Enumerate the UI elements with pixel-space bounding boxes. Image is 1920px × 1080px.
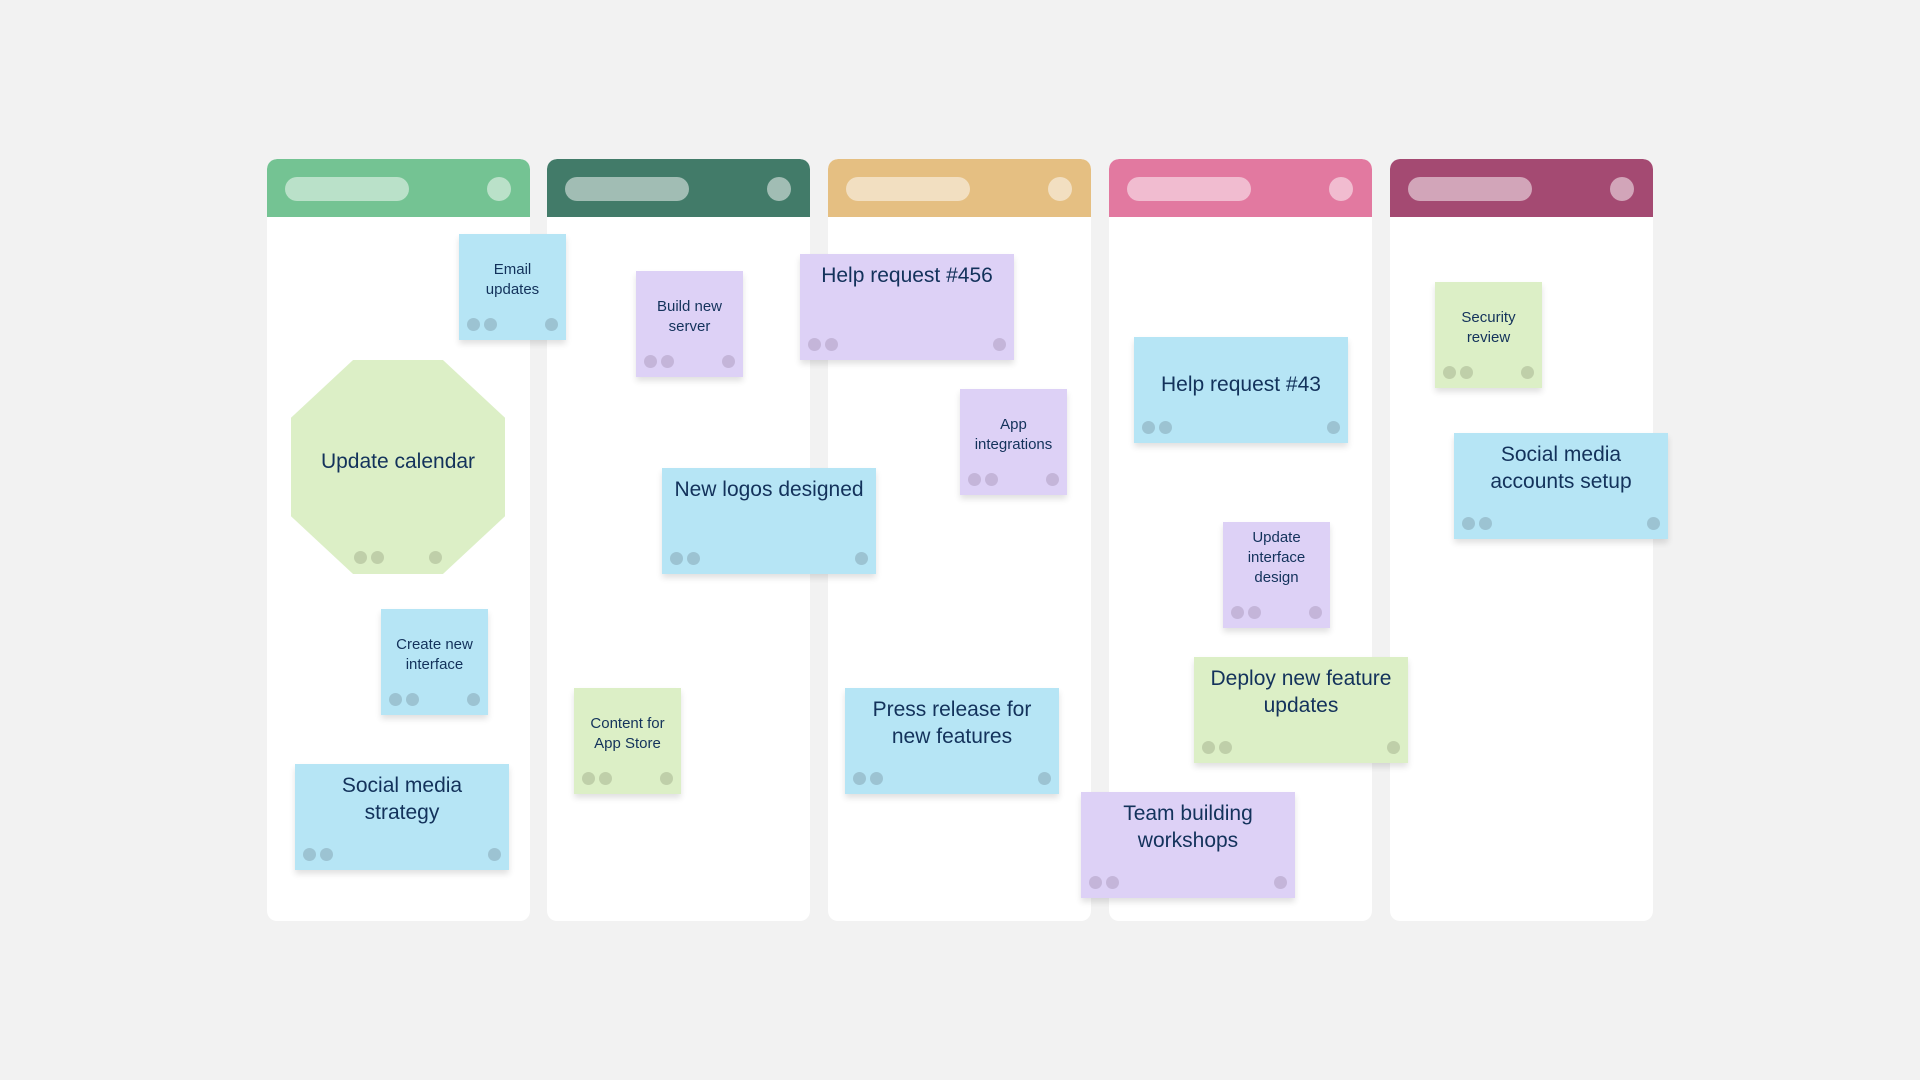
- note-text: Social media accounts setup: [1490, 443, 1632, 493]
- note-text: App integrations: [974, 416, 1053, 453]
- note-text: Help request #43: [1161, 373, 1321, 396]
- sticky-note[interactable]: App integrations: [960, 389, 1067, 495]
- sticky-note[interactable]: Help request #43: [1134, 337, 1348, 443]
- sticky-note[interactable]: Team building workshops: [1081, 792, 1295, 898]
- sticky-note[interactable]: Build new server: [636, 271, 743, 377]
- note-dots: [968, 473, 1059, 486]
- column-status-dot: [767, 177, 791, 201]
- column-title-placeholder: [1408, 177, 1532, 201]
- column-header[interactable]: [828, 159, 1091, 217]
- sticky-note[interactable]: Social media strategy: [295, 764, 509, 870]
- column-title-placeholder: [285, 177, 409, 201]
- column-status-dot: [1048, 177, 1072, 201]
- sticky-note-octagon[interactable]: Update calendar: [291, 360, 505, 574]
- sticky-note[interactable]: Create new interface: [381, 609, 488, 715]
- column-title-placeholder: [1127, 177, 1251, 201]
- note-dots: [644, 355, 735, 368]
- note-text: Update interface design: [1247, 529, 1306, 586]
- note-dots: [808, 338, 1006, 351]
- sticky-note[interactable]: Content for App Store: [574, 688, 681, 794]
- column-status-dot: [487, 177, 511, 201]
- column-header[interactable]: [267, 159, 530, 217]
- sticky-note[interactable]: Press release for new features: [845, 688, 1059, 794]
- note-dots: [670, 552, 868, 565]
- column-header[interactable]: [547, 159, 810, 217]
- note-text: Social media strategy: [341, 774, 463, 824]
- note-dots: [1231, 606, 1322, 619]
- column-title-placeholder: [565, 177, 689, 201]
- note-dots: [1142, 421, 1340, 434]
- note-text: Security review: [1461, 309, 1516, 346]
- sticky-note[interactable]: Email updates: [459, 234, 566, 340]
- sticky-note[interactable]: Security review: [1435, 282, 1542, 388]
- note-dots: [354, 551, 442, 564]
- note-text: Team building workshops: [1123, 802, 1253, 852]
- note-text: New logos designed: [674, 478, 864, 501]
- note-text: Help request #456: [821, 264, 993, 287]
- board-column-5: [1390, 159, 1653, 921]
- column-status-dot: [1610, 177, 1634, 201]
- note-text: Email updates: [485, 261, 540, 298]
- note-text: Press release for new features: [872, 698, 1032, 748]
- sticky-note[interactable]: Update interface design: [1223, 522, 1330, 628]
- column-title-placeholder: [846, 177, 970, 201]
- note-text: Create new interface: [396, 636, 473, 673]
- note-text: Build new server: [656, 298, 723, 335]
- note-dots: [1202, 741, 1400, 754]
- sticky-note[interactable]: Social media accounts setup: [1454, 433, 1668, 539]
- note-dots: [582, 772, 673, 785]
- note-dots: [853, 772, 1051, 785]
- note-dots: [1462, 517, 1660, 530]
- column-header[interactable]: [1109, 159, 1372, 217]
- note-text: Deploy new feature updates: [1210, 667, 1392, 717]
- note-text: Content for App Store: [590, 715, 665, 752]
- column-status-dot: [1329, 177, 1353, 201]
- note-text: Update calendar: [320, 450, 476, 473]
- note-dots: [389, 693, 480, 706]
- column-header[interactable]: [1390, 159, 1653, 217]
- sticky-note[interactable]: New logos designed: [662, 468, 876, 574]
- sticky-note[interactable]: Deploy new feature updates: [1194, 657, 1408, 763]
- note-dots: [303, 848, 501, 861]
- note-dots: [1089, 876, 1287, 889]
- sticky-note[interactable]: Help request #456: [800, 254, 1014, 360]
- note-dots: [1443, 366, 1534, 379]
- note-dots: [467, 318, 558, 331]
